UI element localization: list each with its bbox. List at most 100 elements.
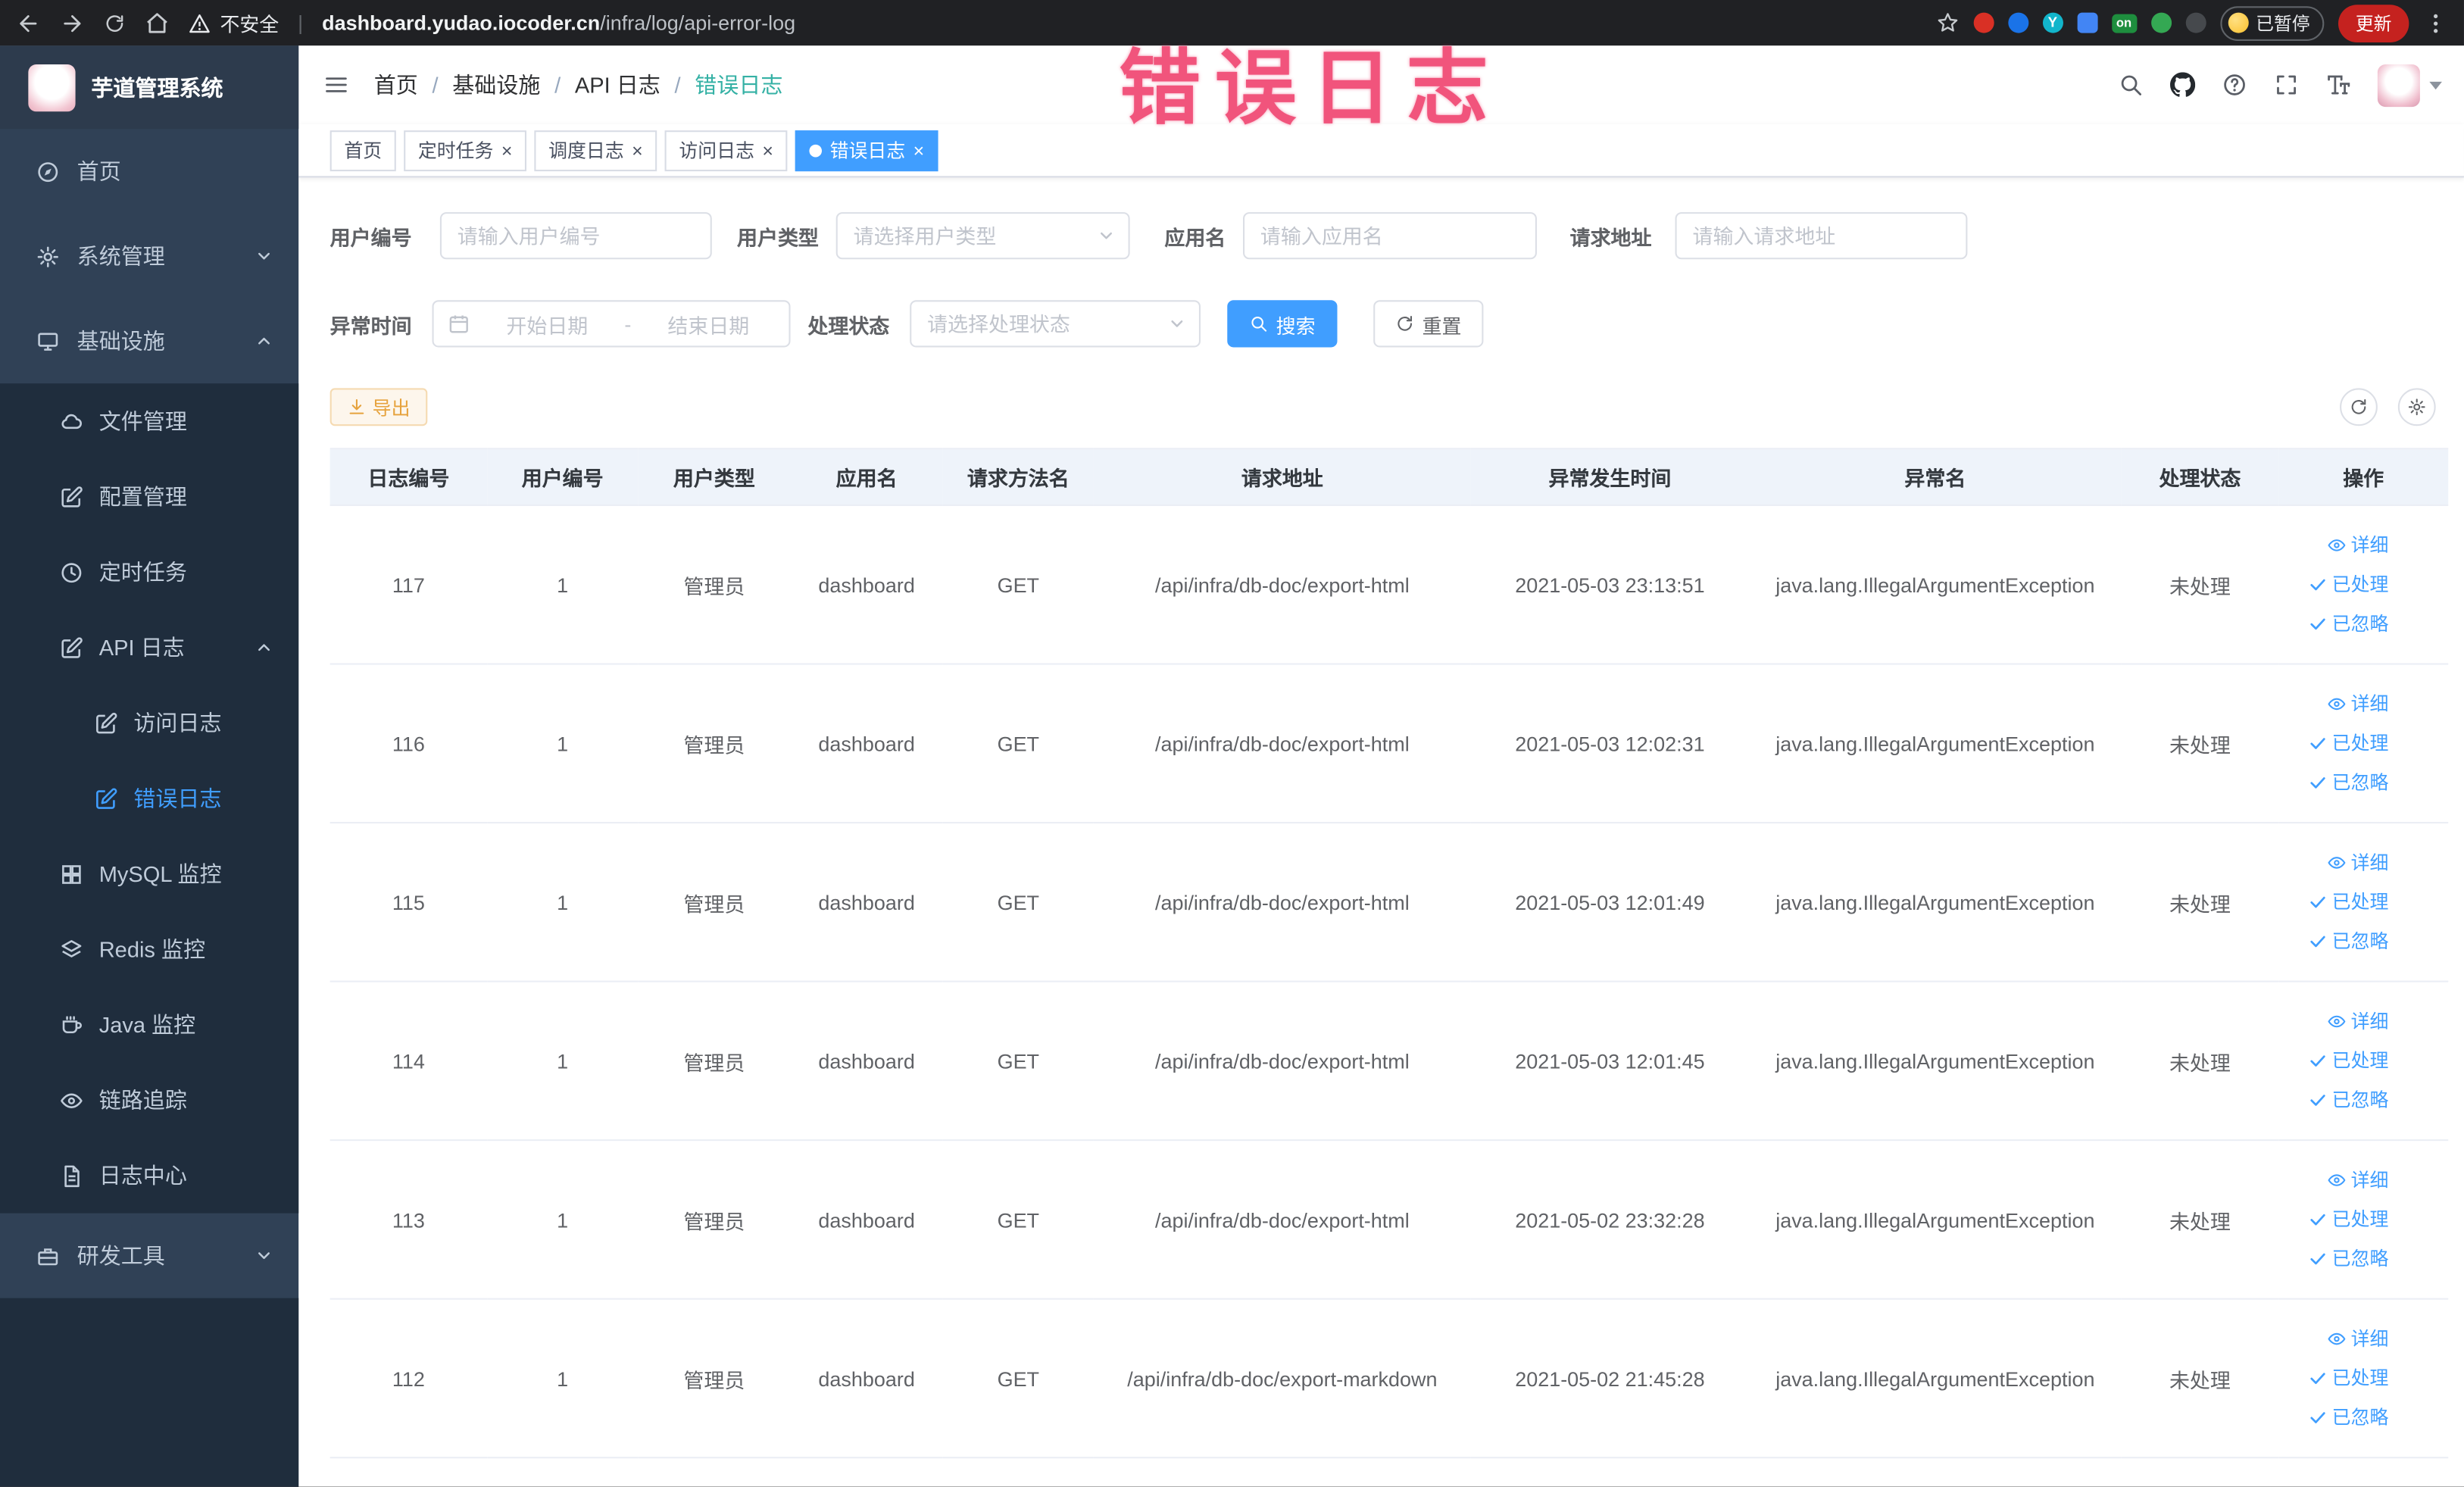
detail-link[interactable]: 详细	[2284, 684, 2388, 723]
detail-link[interactable]: 详细	[2284, 1320, 2388, 1359]
filter-row-2: 异常时间 开始日期 - 结束日期 处理状态 请选择处理状态 搜索 重置	[330, 300, 2449, 348]
fullscreen-icon[interactable]	[2274, 70, 2299, 98]
sidebar-item-java-monitor[interactable]: Java 监控	[0, 987, 298, 1063]
sidebar-item-trace[interactable]: 链路追踪	[0, 1062, 298, 1138]
check-icon	[2309, 1408, 2328, 1427]
process-status-select[interactable]	[910, 300, 1201, 348]
search-icon[interactable]	[2119, 70, 2144, 98]
app-name-input[interactable]	[1243, 212, 1538, 260]
bookmark-star-icon[interactable]	[1935, 11, 1959, 35]
app-title: 芋道管理系统	[91, 74, 223, 100]
refresh-icon	[1395, 314, 1414, 333]
sidebar-item-error-log[interactable]: 错误日志	[0, 761, 298, 836]
user-avatar-menu[interactable]	[2377, 64, 2442, 107]
close-icon[interactable]: ×	[913, 141, 925, 160]
mark-ignored-link[interactable]: 已忽略	[2284, 604, 2388, 644]
extension-icon-leaf[interactable]	[2150, 12, 2172, 33]
browser-reload-icon[interactable]	[104, 12, 126, 34]
mark-ignored-link[interactable]: 已忽略	[2284, 922, 2388, 961]
close-icon[interactable]: ×	[762, 141, 773, 160]
tag-error-log[interactable]: 错误日志 ×	[795, 130, 938, 171]
column-settings-button[interactable]	[2397, 388, 2436, 426]
extension-icon-blue[interactable]	[2007, 12, 2028, 33]
sidebar-item-home[interactable]: 首页	[0, 129, 298, 214]
table-row: 114 1 管理员 dashboard GET /api/infra/db-do…	[329, 981, 2449, 1142]
sidebar-item-mysql-monitor[interactable]: MySQL 监控	[0, 836, 298, 912]
mark-processed-link[interactable]: 已处理	[2284, 1358, 2388, 1398]
sidebar-item-api-log[interactable]: API 日志	[0, 610, 298, 686]
extension-icon-paw[interactable]	[2184, 12, 2206, 33]
mark-processed-link[interactable]: 已处理	[2284, 883, 2388, 922]
hamburger-icon[interactable]	[323, 72, 348, 97]
user-id-input[interactable]	[439, 212, 712, 260]
sidebar-item-system-management[interactable]: 系统管理	[0, 214, 298, 298]
extension-icon-grid[interactable]	[2077, 12, 2098, 33]
sidebar-item-config-management[interactable]: 配置管理	[0, 459, 298, 535]
font-size-icon[interactable]	[2325, 70, 2350, 98]
mark-processed-link[interactable]: 已处理	[2284, 1200, 2388, 1239]
sidebar-item-dev-tools[interactable]: 研发工具	[0, 1214, 298, 1298]
error-log-table: 日志编号 用户编号 用户类型 应用名 请求方法名 请求地址 异常发生时间 异常名…	[329, 448, 2449, 1459]
mark-processed-link[interactable]: 已处理	[2284, 723, 2388, 763]
extension-icon-red[interactable]	[1973, 12, 1994, 33]
table-header-row: 日志编号 用户编号 用户类型 应用名 请求方法名 请求地址 异常发生时间 异常名…	[329, 448, 2449, 507]
github-icon[interactable]	[2170, 70, 2195, 98]
app-logo[interactable]: 芋道管理系统	[0, 45, 299, 130]
refresh-table-button[interactable]	[2340, 388, 2378, 426]
breadcrumb-infrastructure[interactable]: 基础设施	[452, 69, 540, 100]
browser-forward-icon[interactable]	[60, 10, 85, 35]
detail-link[interactable]: 详细	[2284, 1161, 2388, 1200]
detail-link[interactable]: 详细	[2284, 843, 2388, 883]
sidebar-item-log-center[interactable]: 日志中心	[0, 1138, 298, 1214]
check-icon	[2309, 1369, 2328, 1388]
mark-processed-link[interactable]: 已处理	[2284, 1041, 2388, 1080]
detail-link[interactable]: 详细	[2284, 1002, 2388, 1042]
site-security-indicator[interactable]: 不安全	[189, 8, 279, 37]
sidebar-item-access-log[interactable]: 访问日志	[0, 686, 298, 761]
browser-update-button[interactable]: 更新	[2338, 4, 2409, 42]
check-icon	[2309, 892, 2328, 911]
active-dot	[809, 143, 823, 157]
tag-access-log[interactable]: 访问日志 ×	[664, 130, 788, 171]
reset-button[interactable]: 重置	[1373, 300, 1484, 348]
sidebar-item-infrastructure[interactable]: 基础设施	[0, 298, 298, 383]
check-icon	[2309, 1249, 2328, 1268]
briefcase-icon	[36, 1244, 60, 1267]
sidebar-item-file-management[interactable]: 文件管理	[0, 383, 298, 459]
mark-ignored-link[interactable]: 已忽略	[2284, 1398, 2388, 1437]
request-url-input[interactable]	[1675, 212, 1968, 260]
browser-back-icon[interactable]	[16, 10, 41, 35]
paused-extension-button[interactable]: 已暂停	[2219, 5, 2325, 40]
search-button[interactable]: 搜索	[1227, 300, 1338, 348]
monitor-icon	[36, 330, 60, 353]
tag-home[interactable]: 首页	[329, 130, 396, 171]
eye-icon	[2327, 536, 2346, 555]
address-bar[interactable]: dashboard.yudao.iocoder.cn/infra/log/api…	[322, 11, 795, 35]
help-icon[interactable]	[2222, 70, 2247, 98]
user-type-select[interactable]	[835, 212, 1130, 260]
breadcrumb-api-log[interactable]: API 日志	[575, 69, 661, 100]
mark-ignored-link[interactable]: 已忽略	[2284, 1239, 2388, 1279]
export-button[interactable]: 导出	[329, 388, 428, 426]
detail-link[interactable]: 详细	[2284, 526, 2388, 565]
browser-home-icon[interactable]	[145, 10, 170, 35]
breadcrumb-home[interactable]: 首页	[374, 69, 418, 100]
eye-icon	[2327, 854, 2346, 873]
mark-ignored-link[interactable]: 已忽略	[2284, 763, 2388, 802]
tag-schedule-log[interactable]: 调度日志 ×	[534, 130, 657, 171]
close-icon[interactable]: ×	[501, 141, 513, 160]
sidebar-item-scheduled-tasks[interactable]: 定时任务	[0, 534, 298, 610]
sidebar-item-redis-monitor[interactable]: Redis 监控	[0, 911, 298, 987]
exception-time-range-picker[interactable]: 开始日期 - 结束日期	[432, 300, 791, 348]
browser-menu-icon[interactable]	[2423, 10, 2448, 35]
page-content: 用户编号 用户类型 应用名 请求地址	[298, 177, 2464, 1459]
extension-icon-teal[interactable]: Y	[2042, 12, 2063, 33]
screen: 不安全 | dashboard.yudao.iocoder.cn/infra/l…	[0, 0, 2464, 1487]
check-icon	[2309, 1051, 2328, 1070]
mark-processed-link[interactable]: 已处理	[2284, 565, 2388, 604]
close-icon[interactable]: ×	[632, 141, 643, 160]
col-user-type: 用户类型	[638, 448, 791, 507]
tag-scheduled-tasks[interactable]: 定时任务 ×	[404, 130, 527, 171]
mark-ignored-link[interactable]: 已忽略	[2284, 1080, 2388, 1120]
extension-on-badge[interactable]: on	[2111, 13, 2137, 33]
